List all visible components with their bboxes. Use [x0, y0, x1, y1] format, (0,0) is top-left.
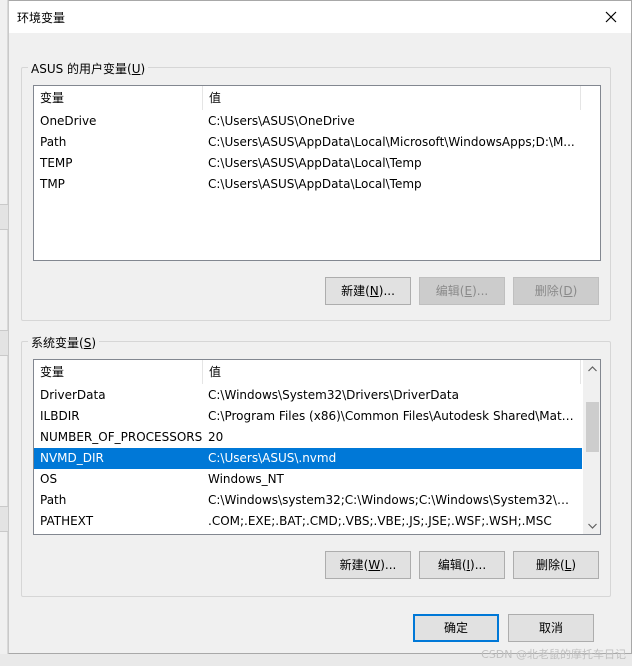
- title-bar: 环境变量: [9, 1, 631, 33]
- user-variables-list[interactable]: 变量 值 OneDrive C:\Users\ASUS\OneDrive Pat…: [33, 85, 601, 261]
- background-control: [0, 204, 8, 230]
- system-new-button[interactable]: 新建(W)...: [325, 551, 411, 579]
- list-item[interactable]: ILBDIR C:\Program Files (x86)\Common Fil…: [34, 406, 582, 427]
- scroll-thumb[interactable]: [586, 402, 599, 452]
- close-icon: [605, 11, 617, 23]
- vertical-scrollbar[interactable]: [583, 360, 600, 534]
- environment-variables-dialog: 环境变量 ASUS 的用户变量(U) 变量 值 OneDrive C:\User…: [8, 0, 632, 654]
- list-item-selected[interactable]: NVMD_DIR C:\Users\ASUS\.nvmd: [34, 448, 582, 469]
- background-control: [0, 330, 8, 356]
- chevron-up-icon: [588, 365, 597, 371]
- window-title: 环境变量: [17, 11, 66, 25]
- watermark: CSDN @北老鼠的摩托车日记: [481, 648, 626, 661]
- column-header-value[interactable]: 值: [203, 360, 581, 384]
- list-header: 变量 值: [34, 86, 581, 110]
- user-delete-button[interactable]: 删除(D): [513, 277, 599, 305]
- close-button[interactable]: [597, 5, 625, 29]
- cancel-button[interactable]: 取消: [508, 614, 594, 642]
- list-item[interactable]: OS Windows_NT: [34, 469, 582, 490]
- scroll-up-button[interactable]: [584, 360, 600, 377]
- list-item[interactable]: NUMBER_OF_PROCESSORS 20: [34, 427, 582, 448]
- system-edit-button[interactable]: 编辑(I)...: [419, 551, 505, 579]
- scroll-down-button[interactable]: [584, 517, 600, 534]
- list-item[interactable]: DriverData C:\Windows\System32\Drivers\D…: [34, 385, 582, 406]
- system-variables-label: 系统变量(S): [28, 334, 99, 351]
- column-header-value[interactable]: 值: [203, 86, 581, 110]
- ok-button[interactable]: 确定: [413, 614, 499, 642]
- system-variables-list[interactable]: 变量 值 DriverData C:\Windows\System32\Driv…: [33, 359, 601, 535]
- background-control: [0, 506, 8, 532]
- user-edit-button[interactable]: 编辑(E)...: [419, 277, 505, 305]
- column-header-variable[interactable]: 变量: [34, 86, 203, 110]
- list-item[interactable]: TMP C:\Users\ASUS\AppData\Local\Temp: [34, 174, 600, 195]
- background-window-edge: [0, 0, 8, 666]
- user-variables-label: ASUS 的用户变量(U): [28, 60, 149, 77]
- system-delete-button[interactable]: 删除(L): [513, 551, 599, 579]
- list-item[interactable]: Path C:\Windows\system32;C:\Windows;C:\W…: [34, 490, 582, 511]
- list-item[interactable]: OneDrive C:\Users\ASUS\OneDrive: [34, 111, 600, 132]
- list-header: 变量 值: [34, 360, 581, 384]
- list-item[interactable]: PATHEXT .COM;.EXE;.BAT;.CMD;.VBS;.VBE;.J…: [34, 511, 582, 532]
- chevron-down-icon: [588, 523, 597, 529]
- column-header-variable[interactable]: 变量: [34, 360, 203, 384]
- list-item[interactable]: Path C:\Users\ASUS\AppData\Local\Microso…: [34, 132, 600, 153]
- list-item[interactable]: TEMP C:\Users\ASUS\AppData\Local\Temp: [34, 153, 600, 174]
- user-new-button[interactable]: 新建(N)...: [325, 277, 411, 305]
